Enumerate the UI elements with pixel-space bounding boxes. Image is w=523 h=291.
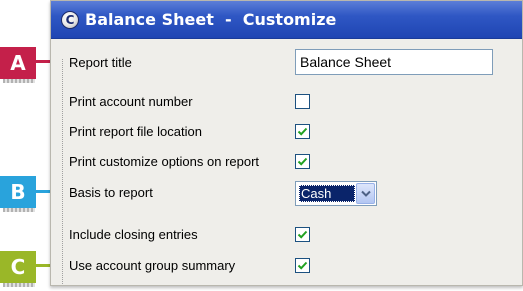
check-icon — [297, 261, 308, 270]
print-account-number-checkbox[interactable] — [295, 94, 310, 109]
callout-a: A — [0, 47, 36, 79]
check-icon — [297, 230, 308, 239]
report-title-input[interactable] — [295, 49, 493, 75]
customize-dialog: C Balance Sheet - Customize Report title… — [50, 0, 523, 286]
callout-c-shadow — [3, 283, 35, 287]
report-title-label: Report title — [69, 55, 132, 70]
basis-select-value: Cash — [299, 185, 355, 202]
basis-select[interactable]: Cash — [295, 181, 377, 206]
print-file-location-label: Print report file location — [69, 124, 202, 139]
print-customize-options-checkbox[interactable] — [295, 154, 310, 169]
use-group-summary-checkbox[interactable] — [295, 258, 310, 273]
print-customize-options-label: Print customize options on report — [69, 154, 260, 169]
callout-b: B — [0, 176, 36, 208]
callout-a-shadow — [3, 79, 35, 83]
callout-b-shadow — [3, 208, 35, 212]
check-icon — [297, 157, 308, 166]
print-file-location-checkbox[interactable] — [295, 124, 310, 139]
callout-c: C — [0, 251, 36, 283]
use-group-summary-label: Use account group summary — [69, 258, 236, 273]
basis-to-report-label: Basis to report — [69, 185, 153, 200]
include-closing-entries-label: Include closing entries — [69, 227, 198, 242]
basis-dropdown-button[interactable] — [356, 183, 375, 204]
print-account-number-label: Print account number — [69, 94, 193, 109]
window-title: Balance Sheet - Customize — [85, 10, 337, 29]
app-logo-icon: C — [61, 11, 79, 29]
chevron-down-icon — [361, 190, 371, 197]
include-closing-entries-checkbox[interactable] — [295, 227, 310, 242]
dotted-guide — [62, 59, 63, 284]
title-bar[interactable]: C Balance Sheet - Customize — [51, 1, 522, 39]
check-icon — [297, 127, 308, 136]
